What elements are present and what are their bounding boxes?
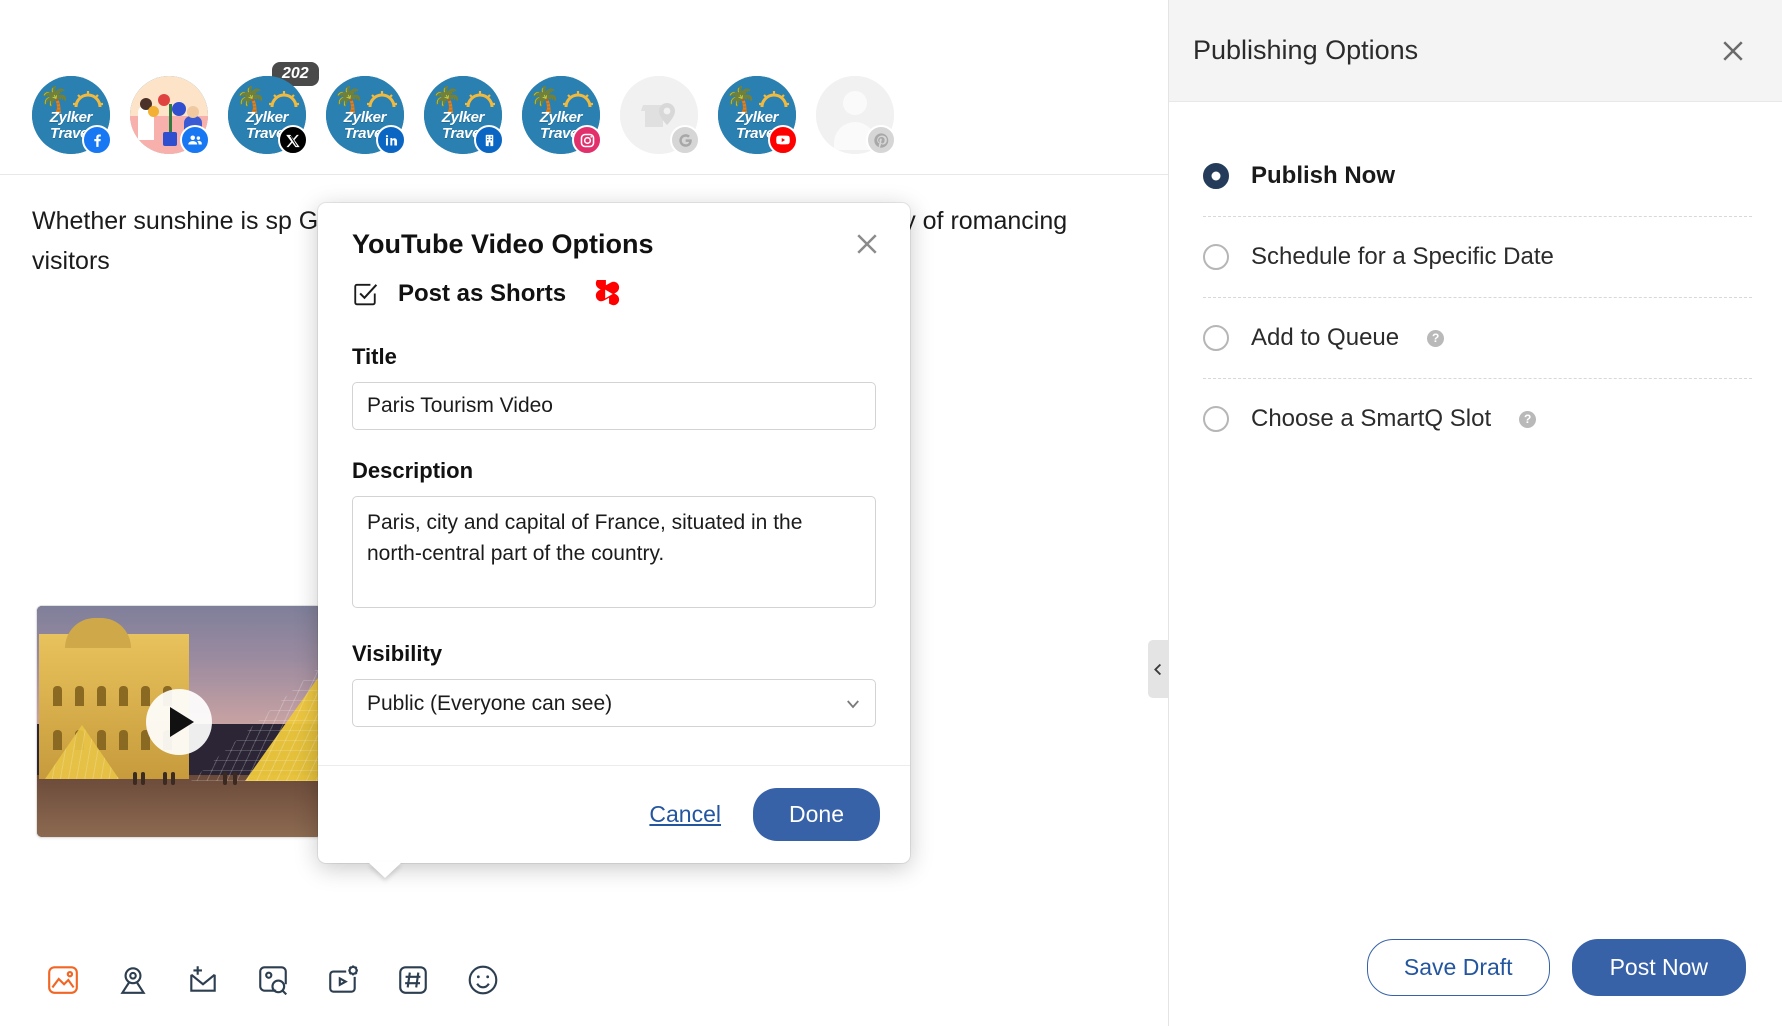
description-field-label: Description bbox=[352, 458, 876, 484]
save-draft-button[interactable]: Save Draft bbox=[1367, 939, 1550, 996]
publishing-options-panel: Publishing Options Publish Now Schedule … bbox=[1168, 0, 1782, 1026]
illustration-flower-yellow bbox=[148, 106, 159, 117]
account-avatar-x[interactable]: 202 🌴 Zylker Travel bbox=[228, 66, 306, 154]
dialog-title: YouTube Video Options bbox=[352, 229, 654, 260]
post-composer-app: 🌴 Zylker Travel bbox=[0, 0, 1782, 1026]
video-title-input[interactable] bbox=[352, 382, 876, 430]
help-icon[interactable]: ? bbox=[1519, 411, 1536, 428]
sun-icon bbox=[464, 89, 496, 109]
title-field-block: Title bbox=[352, 344, 876, 430]
account-avatar-google-business[interactable] bbox=[620, 66, 698, 154]
illustration-flower-red bbox=[158, 94, 170, 106]
description-field-block: Description Paris, city and capital of F… bbox=[352, 458, 876, 613]
account-avatar-youtube[interactable]: 🌴 Zylker Travel bbox=[718, 66, 796, 154]
panel-footer: Save Draft Post Now bbox=[1169, 908, 1782, 1026]
close-icon[interactable] bbox=[1718, 36, 1748, 66]
done-button[interactable]: Done bbox=[753, 788, 880, 841]
sun-icon bbox=[758, 89, 790, 109]
logo-text-line1: Zylker bbox=[32, 110, 110, 125]
radio-label: Publish Now bbox=[1251, 162, 1395, 190]
location-pin-icon[interactable] bbox=[116, 963, 150, 997]
dialog-header: YouTube Video Options bbox=[318, 203, 910, 264]
account-avatar-pinterest[interactable] bbox=[816, 66, 894, 154]
thumb-people bbox=[37, 769, 321, 785]
radio-option-schedule[interactable]: Schedule for a Specific Date bbox=[1203, 216, 1752, 297]
facebook-group-icon bbox=[180, 125, 210, 155]
visibility-field-block: Visibility Public (Everyone can see) bbox=[352, 641, 876, 727]
close-icon[interactable] bbox=[852, 229, 882, 259]
facebook-icon bbox=[82, 125, 112, 155]
title-field-label: Title bbox=[352, 344, 876, 370]
account-avatar-linkedin[interactable]: 🌴 Zylker Travel bbox=[326, 66, 404, 154]
add-mail-icon[interactable] bbox=[186, 963, 220, 997]
illustration-flower-blue bbox=[172, 102, 186, 116]
account-avatar-row: 🌴 Zylker Travel bbox=[0, 0, 1168, 175]
linkedin-page-icon bbox=[474, 125, 504, 155]
composer-toolbar bbox=[0, 934, 1168, 1026]
account-avatar-facebook-group[interactable] bbox=[130, 66, 208, 154]
visibility-select-wrap: Public (Everyone can see) bbox=[352, 679, 876, 727]
visibility-select[interactable]: Public (Everyone can see) bbox=[352, 679, 876, 727]
dialog-footer: Cancel Done bbox=[318, 765, 910, 863]
radio-indicator bbox=[1203, 244, 1229, 270]
panel-body: Publish Now Schedule for a Specific Date… bbox=[1169, 102, 1782, 908]
radio-option-smartq-slot[interactable]: Choose a SmartQ Slot ? bbox=[1203, 378, 1752, 459]
panel-collapse-handle[interactable] bbox=[1148, 640, 1169, 698]
play-icon bbox=[170, 707, 194, 737]
account-avatar-instagram[interactable]: 🌴 Zylker Travel bbox=[522, 66, 600, 154]
video-description-textarea[interactable]: Paris, city and capital of France, situa… bbox=[352, 496, 876, 608]
radio-label: Choose a SmartQ Slot bbox=[1251, 405, 1491, 433]
sun-icon bbox=[268, 89, 300, 109]
pinterest-icon bbox=[866, 125, 896, 155]
radio-label: Add to Queue bbox=[1251, 324, 1399, 352]
logo-text-line1: Zylker bbox=[522, 110, 600, 125]
instagram-icon bbox=[572, 125, 602, 155]
checkbox-checked-icon[interactable] bbox=[352, 281, 378, 307]
panel-title: Publishing Options bbox=[1193, 35, 1418, 66]
illustration-person-right-head bbox=[187, 106, 199, 118]
account-avatar-facebook[interactable]: 🌴 Zylker Travel bbox=[32, 66, 110, 154]
sun-icon bbox=[562, 89, 594, 109]
radio-label: Schedule for a Specific Date bbox=[1251, 243, 1554, 271]
illustration-pot bbox=[163, 132, 177, 146]
account-avatar-linkedin-page[interactable]: 🌴 Zylker Travel bbox=[424, 66, 502, 154]
youtube-video-options-dialog: YouTube Video Options Post as Shorts bbox=[318, 203, 910, 863]
google-icon bbox=[670, 125, 700, 155]
help-icon[interactable]: ? bbox=[1427, 330, 1444, 347]
visibility-field-label: Visibility bbox=[352, 641, 876, 667]
post-as-shorts-label: Post as Shorts bbox=[398, 280, 566, 308]
logo-text-line1: Zylker bbox=[424, 110, 502, 125]
video-attachment-card[interactable] bbox=[36, 605, 322, 838]
post-as-shorts-checkbox-row[interactable]: Post as Shorts bbox=[352, 280, 876, 308]
radio-option-add-to-queue[interactable]: Add to Queue ? bbox=[1203, 297, 1752, 378]
logo-text-line1: Zylker bbox=[326, 110, 404, 125]
radio-indicator bbox=[1203, 163, 1229, 189]
radio-option-publish-now[interactable]: Publish Now bbox=[1203, 136, 1752, 216]
x-twitter-icon bbox=[278, 125, 308, 155]
dialog-body: Post as Shorts Title Description Paris, … bbox=[318, 264, 910, 765]
placeholder-head bbox=[843, 91, 867, 115]
cancel-button[interactable]: Cancel bbox=[649, 801, 721, 828]
radio-indicator bbox=[1203, 325, 1229, 351]
play-button[interactable] bbox=[146, 689, 212, 755]
composer-pane: 🌴 Zylker Travel bbox=[0, 0, 1168, 1026]
logo-text-line1: Zylker bbox=[228, 110, 306, 125]
video-settings-icon[interactable] bbox=[326, 963, 360, 997]
hashtag-icon[interactable] bbox=[396, 963, 430, 997]
chevron-left-icon bbox=[1151, 662, 1166, 677]
image-icon[interactable] bbox=[46, 963, 80, 997]
logo-text-line1: Zylker bbox=[718, 110, 796, 125]
youtube-icon bbox=[768, 125, 798, 155]
emoji-icon[interactable] bbox=[466, 963, 500, 997]
youtube-shorts-icon bbox=[594, 280, 622, 308]
sun-icon bbox=[366, 89, 398, 109]
sun-icon bbox=[72, 89, 104, 109]
panel-header: Publishing Options bbox=[1169, 0, 1782, 102]
image-search-icon[interactable] bbox=[256, 963, 290, 997]
linkedin-icon bbox=[376, 125, 406, 155]
radio-indicator bbox=[1203, 406, 1229, 432]
post-now-button[interactable]: Post Now bbox=[1572, 939, 1746, 996]
